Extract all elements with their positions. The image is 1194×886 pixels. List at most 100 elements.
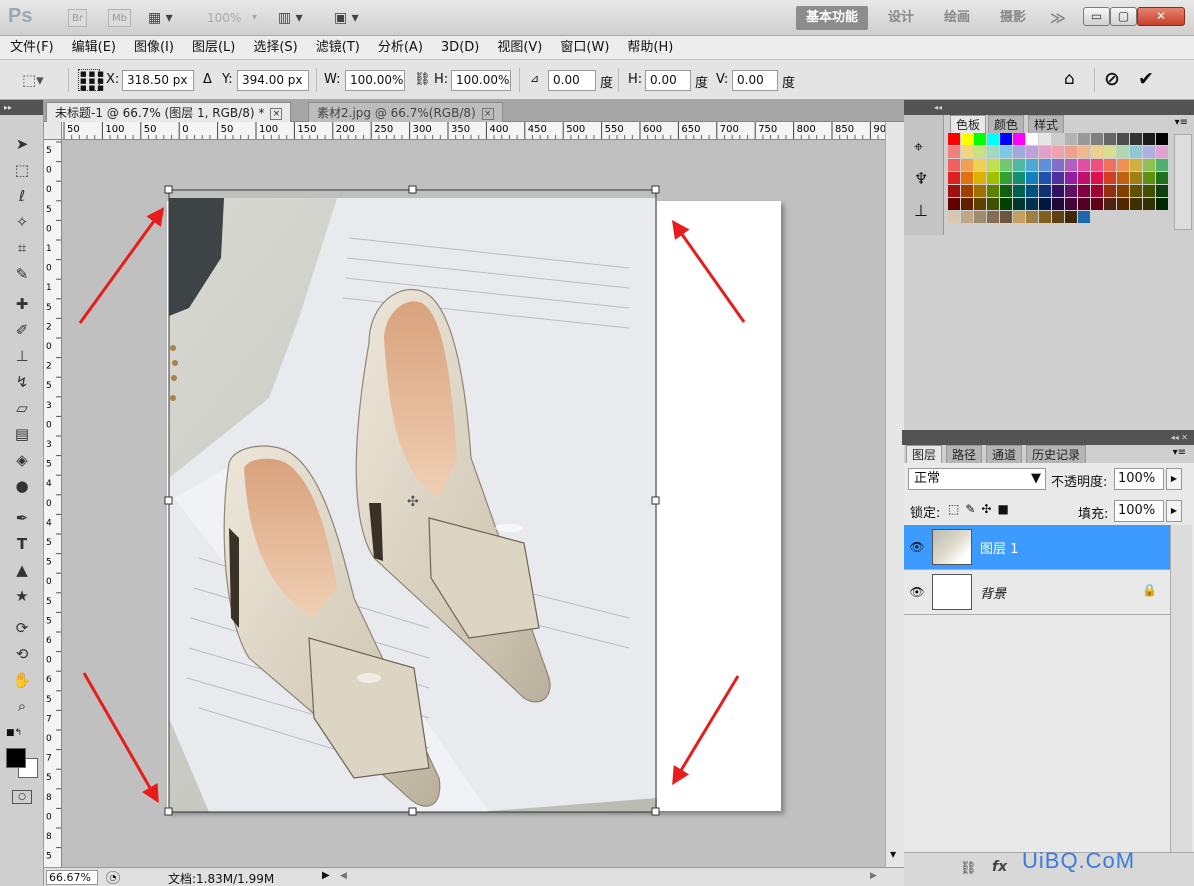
dock-collapse-header[interactable]: ◂◂ [904,100,1194,115]
menu-filter[interactable]: 滤镜(T) [306,36,368,60]
panel-menu-icon[interactable]: ▾≡ [1175,117,1188,128]
link-layers-icon[interactable]: ⛓ [960,861,985,876]
close-tab-icon[interactable]: × [270,107,283,120]
swatches-scrollbar[interactable] [1174,134,1192,230]
color-swatch[interactable] [961,198,973,210]
path-selection-icon[interactable]: ▲ [8,559,36,581]
color-swatch[interactable] [1130,133,1142,145]
color-swatch[interactable] [987,198,999,210]
fill-input[interactable]: 100% [1114,500,1164,522]
blur-tool-icon[interactable]: ◈ [8,449,36,471]
opacity-input[interactable]: 100% [1114,468,1164,490]
menu-window[interactable]: 窗口(W) [550,36,617,60]
color-swatch[interactable] [1091,133,1103,145]
color-swatch[interactable] [1130,185,1142,197]
status-menu-icon[interactable]: ▶ [322,870,330,881]
arrange-documents-icon[interactable]: ▥ ▾ [278,9,303,27]
tab-history[interactable]: 历史记录 [1026,445,1087,463]
color-swatch[interactable] [987,133,999,145]
color-swatch[interactable] [1117,146,1129,158]
bridge-button[interactable]: Br [68,9,87,27]
foreground-color-swatch[interactable] [6,748,26,768]
color-swatch[interactable] [961,133,973,145]
color-swatch[interactable] [1026,185,1038,197]
color-swatch[interactable] [1091,172,1103,184]
color-swatch[interactable] [1117,185,1129,197]
color-swatch[interactable] [1052,211,1064,223]
color-swatch[interactable] [1000,185,1012,197]
dodge-tool-icon[interactable]: ● [8,475,36,497]
quick-selection-icon[interactable]: ✧ [8,211,36,233]
color-swatch[interactable] [1039,172,1051,184]
move-tool-icon[interactable]: ➤ [8,133,36,155]
color-swatch[interactable] [1000,211,1012,223]
vertical-scrollbar[interactable]: ▼ [885,122,904,867]
color-swatch[interactable] [1039,198,1051,210]
tab-channels[interactable]: 通道 [986,445,1023,463]
color-swatch[interactable] [974,198,986,210]
gradient-tool-icon[interactable]: ▤ [8,423,36,445]
color-swatch[interactable] [1104,172,1116,184]
warp-mode-icon[interactable]: ⌂ [1064,69,1075,89]
link-chain-icon[interactable]: ⛓ [414,72,431,87]
color-swatch[interactable] [987,159,999,171]
color-swatch[interactable] [974,159,986,171]
brushes-icon[interactable]: ♆ [914,169,928,188]
color-swatch[interactable] [987,172,999,184]
color-swatch[interactable] [948,185,960,197]
color-swatch[interactable] [1013,185,1025,197]
tab-color[interactable]: 颜色 [988,115,1025,133]
color-swatch[interactable] [1078,185,1090,197]
v-skew-input[interactable]: 0.00 [732,70,778,91]
color-swatch[interactable] [1013,133,1025,145]
menu-layer[interactable]: 图层(L) [182,36,243,60]
tab-swatches[interactable]: 色板 [950,115,987,133]
color-swatch[interactable] [1104,198,1116,210]
color-swatch[interactable] [1065,133,1077,145]
hand-tool-icon[interactable]: ✋ [8,669,36,691]
menu-edit[interactable]: 编辑(E) [62,36,124,60]
color-swatch[interactable] [1104,159,1116,171]
workspace-design[interactable]: 设计 [878,6,924,30]
workspace-essentials[interactable]: 基本功能 [796,6,869,30]
color-swatch[interactable] [1013,159,1025,171]
type-tool-icon[interactable]: T [8,533,36,555]
canvas-workspace[interactable]: ✣ [62,140,885,867]
default-colors-icon[interactable]: ■↰ [6,728,22,738]
3d-orbit-icon[interactable]: ⟲ [8,643,36,665]
lock-options-icons[interactable]: ⬚✎✣■ [948,502,1015,516]
color-swatch[interactable] [1026,159,1038,171]
color-swatch[interactable] [1143,172,1155,184]
history-brush-icon[interactable]: ↯ [8,371,36,393]
color-swatch[interactable] [1026,172,1038,184]
zoom-level-select[interactable]: 100% [207,9,241,27]
color-swatch[interactable] [1117,198,1129,210]
color-swatch[interactable] [1143,146,1155,158]
color-swatch[interactable] [1026,198,1038,210]
color-swatch[interactable] [1078,211,1090,223]
commit-transform-button[interactable]: ✔ [1138,68,1154,90]
h-skew-input[interactable]: 0.00 [645,70,691,91]
color-swatch[interactable] [1065,211,1077,223]
color-swatch[interactable] [1156,159,1168,171]
color-swatch[interactable] [948,198,960,210]
zoom-percentage-field[interactable]: 66.67% [46,870,98,885]
color-swatch[interactable] [987,185,999,197]
color-swatch[interactable] [1052,198,1064,210]
eraser-tool-icon[interactable]: ▱ [8,397,36,419]
brush-presets-icon[interactable]: ⌖ [914,137,923,157]
rotate-input[interactable]: 0.00 [548,70,596,91]
menu-help[interactable]: 帮助(H) [617,36,681,60]
tab-untitled-1[interactable]: 未标题-1 @ 66.7% (图层 1, RGB/8) * × [46,102,292,122]
color-swatch[interactable] [1026,146,1038,158]
transform-tool-icon[interactable]: ⬚▾ [22,71,44,89]
y-input[interactable]: 394.00 px [237,70,309,91]
color-swatch[interactable] [1000,198,1012,210]
color-swatch[interactable] [974,211,986,223]
color-swatch[interactable] [1078,159,1090,171]
color-swatch[interactable] [1130,172,1142,184]
color-swatch[interactable] [1104,133,1116,145]
color-swatch[interactable] [948,211,960,223]
cancel-transform-button[interactable]: ⊘ [1104,68,1120,90]
quick-mask-icon[interactable]: ○ [12,790,32,804]
